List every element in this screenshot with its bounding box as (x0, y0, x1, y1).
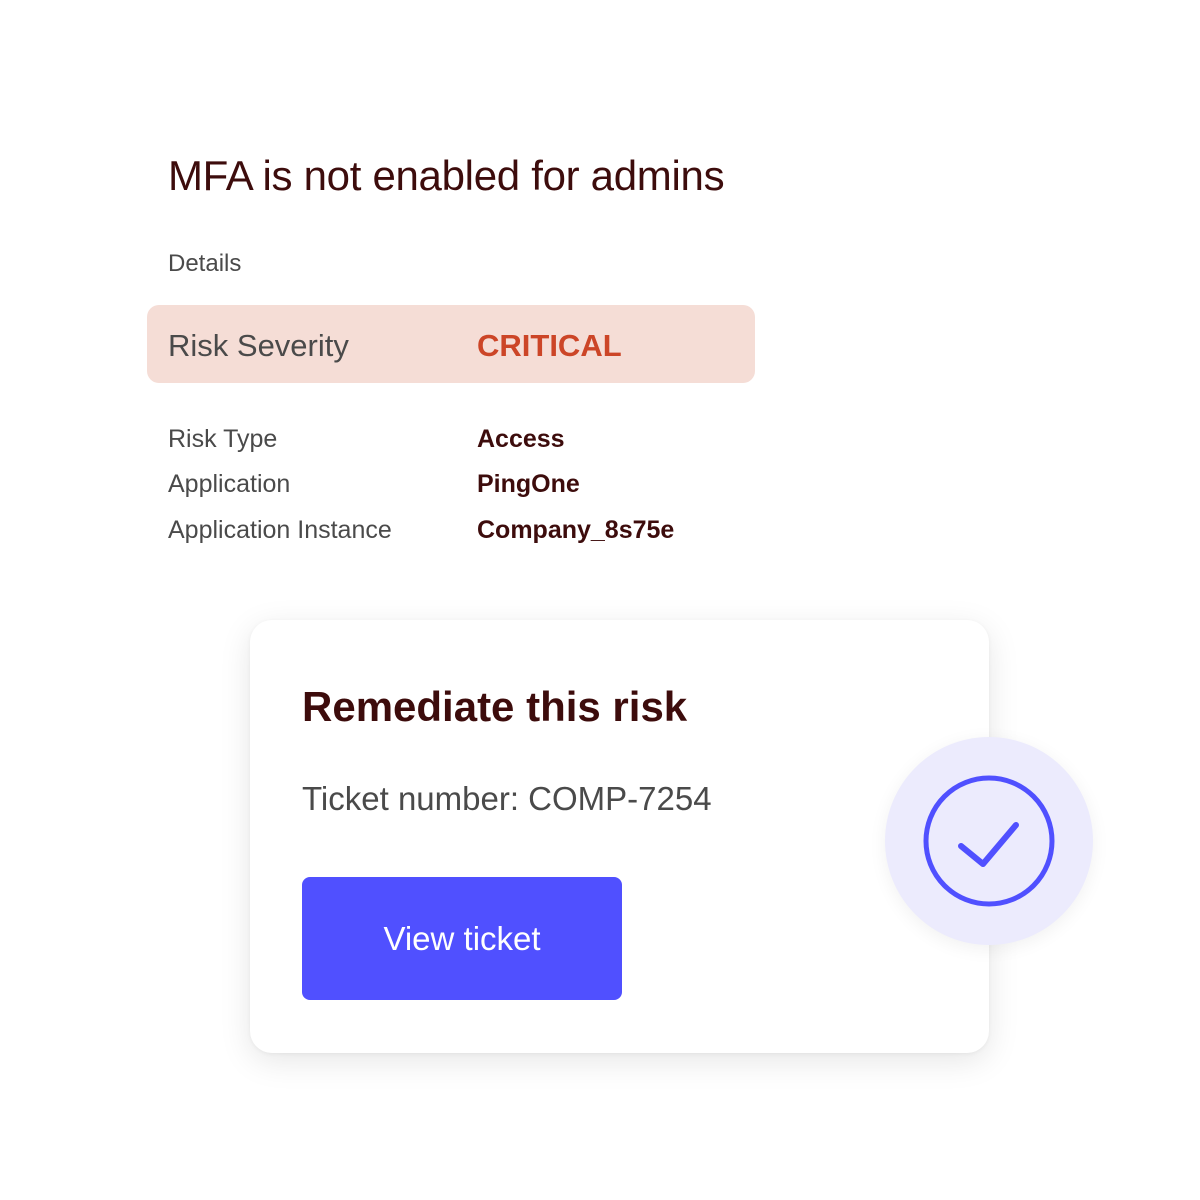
risk-severity-row: Risk Severity CRITICAL (147, 305, 755, 383)
details-label: Details (168, 250, 242, 277)
check-circle-icon (923, 775, 1055, 907)
detail-row-risk-type: Risk Type Access (168, 425, 728, 461)
detail-label: Application Instance (168, 516, 392, 544)
detail-label: Risk Type (168, 425, 278, 453)
detail-row-application: Application PingOne (168, 470, 728, 506)
ticket-number: Ticket number: COMP-7254 (302, 780, 712, 817)
detail-value: PingOne (477, 470, 580, 498)
detail-value: Access (477, 425, 565, 453)
detail-label: Application (168, 470, 291, 498)
detail-row-application-instance: Application Instance Company_8s75e (168, 516, 728, 552)
risk-severity-value: CRITICAL (477, 328, 622, 363)
remediation-title: Remediate this risk (302, 683, 688, 730)
remediation-card: Remediate this risk Ticket number: COMP-… (250, 620, 989, 1053)
success-badge (885, 737, 1093, 945)
detail-value: Company_8s75e (477, 516, 675, 544)
risk-severity-label: Risk Severity (168, 328, 349, 363)
view-ticket-button[interactable]: View ticket (302, 877, 622, 1000)
risk-title: MFA is not enabled for admins (168, 152, 725, 199)
